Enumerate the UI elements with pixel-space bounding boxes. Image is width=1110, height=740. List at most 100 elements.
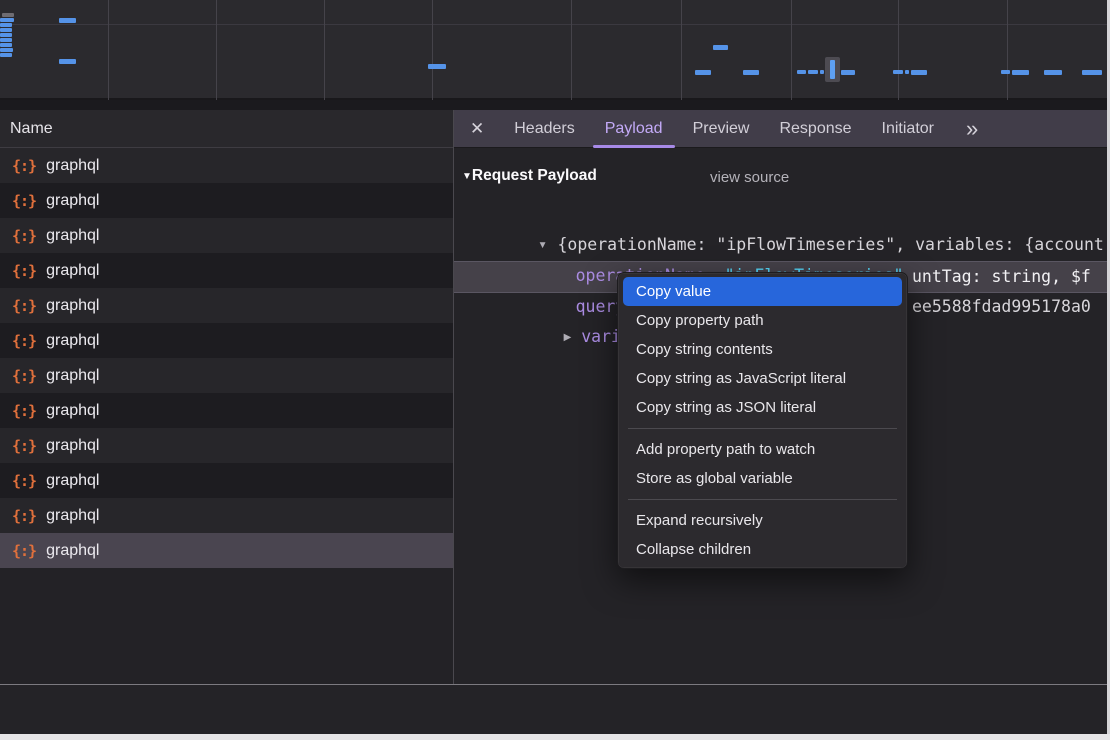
request-row[interactable]: {:}graphql: [0, 533, 453, 568]
tab-response[interactable]: Response: [779, 110, 851, 148]
network-request-list: Name {:} graphql {:} graphql {:} graphql {:} gr…: [0, 110, 453, 734]
operation-name-row[interactable]: operationName: "ipFlowTimeseries": [516, 231, 903, 261]
context-menu: Copy valueCopy property pathCopy string …: [617, 272, 908, 569]
request-payload-section-header[interactable]: ▼Request Payload: [462, 167, 597, 185]
query-value-clipped: untTag: string, $f: [912, 262, 1091, 292]
timeline-request-bar: [830, 60, 835, 79]
request-row[interactable]: {:} graphql: [0, 358, 453, 393]
fetch-json-icon: {:}: [12, 332, 36, 350]
timeline-request-bar: [841, 70, 855, 75]
timeline-request-bar: [905, 70, 909, 74]
request-row[interactable]: {:} graphql: [0, 393, 453, 428]
timeline-gridline: [108, 0, 109, 100]
fetch-json-icon: {:}: [12, 157, 36, 175]
menu-separator: [628, 428, 897, 429]
window-edge: [0, 734, 1110, 740]
fetch-json-icon: {:}: [12, 507, 36, 525]
request-row[interactable]: {:}graphql: [0, 218, 453, 253]
collapse-triangle-icon[interactable]: ▼: [462, 171, 472, 182]
tab-initiator[interactable]: Initiator: [882, 110, 934, 148]
timeline-request-bar: [0, 38, 12, 42]
timeline-request-bar: [59, 59, 76, 64]
section-title: Request Payload: [472, 167, 597, 184]
request-name-label: graphql: [46, 507, 99, 525]
timeline-gridline: [681, 0, 682, 100]
timeline-request-bar: [820, 70, 824, 74]
timeline-gridline: [0, 24, 1110, 25]
timeline-request-bar: [0, 43, 12, 47]
request-name-label: graphql: [46, 402, 99, 420]
menu-item-store-as-global-variable[interactable]: Store as global variable: [623, 464, 902, 493]
fetch-json-icon: {:}: [12, 367, 36, 385]
menu-item-copy-string-as-json-literal[interactable]: Copy string as JSON literal: [623, 393, 902, 422]
menu-item-copy-property-path[interactable]: Copy property path: [623, 306, 902, 335]
payload-root-row[interactable]: ▼ {operationName: "ipFlowTimeseries", va…: [478, 200, 1104, 230]
request-name-label: graphql: [46, 262, 99, 280]
timeline-gridline: [432, 0, 433, 100]
timeline-request-bar: [1001, 70, 1010, 74]
timeline-request-bar: [0, 33, 12, 37]
variables-preview-clipped: ee5588fdad995178a0: [912, 292, 1091, 322]
menu-item-copy-string-contents[interactable]: Copy string contents: [623, 335, 902, 364]
menu-item-expand-recursively[interactable]: Expand recursively: [623, 506, 902, 535]
timeline-request-bar: [0, 23, 12, 27]
fetch-json-icon: {:}: [12, 192, 36, 210]
request-row[interactable]: {:} graphql: [0, 183, 453, 218]
timeline-request-bar: [743, 70, 759, 75]
request-row[interactable]: {:} graphql: [0, 498, 453, 533]
timeline-request-bar: [59, 18, 76, 23]
tab-headers[interactable]: Headers: [514, 110, 574, 148]
request-row[interactable]: {:}graphql: [0, 288, 453, 323]
menu-item-copy-string-as-javascript-literal[interactable]: Copy string as JavaScript literal: [623, 364, 902, 393]
timeline-request-bar: [0, 48, 13, 52]
request-name-label: graphql: [46, 157, 99, 175]
timeline-request-bar: [797, 70, 806, 74]
request-row[interactable]: {:} graphql: [0, 323, 453, 358]
timeline-request-bar: [1082, 70, 1102, 75]
timeline-request-bar: [1012, 70, 1029, 75]
timeline-bottom-strip: [0, 100, 1110, 110]
request-row[interactable]: {:} graphql: [0, 428, 453, 463]
request-name-label: graphql: [46, 332, 99, 350]
menu-separator: [628, 499, 897, 500]
network-overview-timeline[interactable]: [0, 0, 1110, 100]
timeline-request-bar: [428, 64, 446, 69]
view-source-link[interactable]: view source: [710, 169, 789, 186]
request-row[interactable]: {:}graphql: [0, 463, 453, 498]
timeline-request-bar: [808, 70, 818, 74]
footer-bar: [0, 685, 1107, 734]
request-row[interactable]: {:} graphql: [0, 148, 453, 183]
fetch-json-icon: {:}: [12, 437, 36, 455]
request-name-label: graphql: [46, 367, 99, 385]
tab-preview[interactable]: Preview: [693, 110, 750, 148]
timeline-gridline: [324, 0, 325, 100]
request-name-label: graphql: [46, 192, 99, 210]
name-column-header[interactable]: Name: [0, 110, 453, 148]
timeline-request-bar: [0, 18, 14, 22]
menu-item-copy-value[interactable]: Copy value: [623, 277, 902, 306]
timeline-request-bar: [0, 28, 12, 32]
timeline-gridline: [216, 0, 217, 100]
fetch-json-icon: {:}: [12, 402, 36, 420]
timeline-gridline: [571, 0, 572, 100]
request-name-label: graphql: [46, 297, 99, 315]
request-name-label: graphql: [46, 437, 99, 455]
request-name-label: graphql: [46, 472, 99, 490]
more-tabs-icon[interactable]: »: [966, 110, 978, 148]
timeline-request-bar: [893, 70, 903, 74]
timeline-request-bar: [695, 70, 711, 75]
close-icon[interactable]: ✕: [470, 110, 484, 148]
devtools-window: Name {:} graphql {:} graphql {:} graphql {:} gr…: [0, 0, 1110, 740]
fetch-json-icon: {:}: [12, 227, 36, 245]
menu-item-add-property-path-to-watch[interactable]: Add property path to watch: [623, 435, 902, 464]
fetch-json-icon: {:}: [12, 262, 36, 280]
fetch-json-icon: {:}: [12, 542, 36, 560]
timeline-gridline: [898, 0, 899, 100]
menu-item-collapse-children[interactable]: Collapse children: [623, 535, 902, 564]
timeline-request-bar: [713, 45, 728, 50]
timeline-gridline: [791, 0, 792, 100]
tab-payload[interactable]: Payload: [605, 110, 663, 148]
timeline-request-bar: [1044, 70, 1062, 75]
timeline-gridline: [1007, 0, 1008, 100]
request-row[interactable]: {:} graphql: [0, 253, 453, 288]
